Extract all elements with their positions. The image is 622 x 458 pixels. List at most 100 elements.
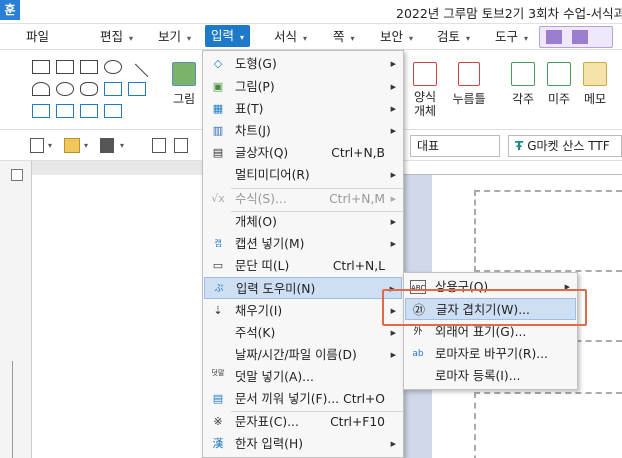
memo-button[interactable]: 메모 xyxy=(581,62,609,107)
print-preview-icon[interactable] xyxy=(174,138,188,153)
caption-icon: 캡 xyxy=(214,239,222,248)
menu-item-picture[interactable]: ▣ 그림(P) ▶ xyxy=(204,76,402,98)
menu-item-insert-file[interactable]: ▤ 문서 끼워 넣기(F)... Ctrl+O xyxy=(204,388,402,410)
table-icon: ▦ xyxy=(212,102,224,115)
chevron-down-icon: ▾ xyxy=(129,34,134,43)
shape-icon[interactable] xyxy=(32,60,50,74)
endnote-label: 미주 xyxy=(547,92,571,106)
menu-item-chart[interactable]: ▥ 차트(J) ▶ xyxy=(204,120,402,142)
open-folder-icon[interactable] xyxy=(64,138,80,153)
form-object-button[interactable]: 양식 개체 xyxy=(410,62,440,118)
menu-item-annotation[interactable]: 주석(K) ▶ xyxy=(204,322,402,344)
print-icon[interactable] xyxy=(152,138,166,153)
menu-tools[interactable]: 도구 ▾ xyxy=(495,27,528,47)
submenu-item-register-romanization[interactable]: 로마자 등록(I)... xyxy=(405,365,576,387)
menu-item-multimedia[interactable]: 멀티미디어(R) ▶ xyxy=(204,164,402,186)
freeform-icon[interactable] xyxy=(80,82,98,96)
connector-icon[interactable] xyxy=(128,82,146,96)
highlight-callout-box xyxy=(382,289,587,326)
submenu-item-romanize[interactable]: ab 로마자로 바꾸기(R)... xyxy=(405,343,576,365)
connector-icon[interactable] xyxy=(104,104,122,118)
picture-button[interactable]: 그림 xyxy=(170,62,198,107)
submenu-arrow-icon: ▶ xyxy=(390,127,396,135)
menu-view[interactable]: 보기 ▾ xyxy=(158,27,191,47)
menu-bar: 파일 편집 ▾ 보기 ▾ 입력 ▾ 서식 ▾ 쪽 ▾ 보안 ▾ 검토 ▾ 도구 ▾ xyxy=(0,24,622,50)
chevron-down-icon: ▾ xyxy=(350,34,355,43)
footnote-button[interactable]: 각주 xyxy=(508,62,538,107)
menu-item-formula[interactable]: √x 수식(S)... Ctrl+N,M ▶ xyxy=(204,188,402,210)
rectangle-icon[interactable] xyxy=(80,60,98,74)
menu-edit-label: 편집 xyxy=(100,29,124,44)
menu-item-input-helper[interactable]: ぷ 입력 도우미(N) ▶ xyxy=(204,277,402,299)
vertical-ruler xyxy=(0,161,32,458)
curve-icon[interactable] xyxy=(56,82,74,96)
push-button-field[interactable]: 누름틀 xyxy=(448,62,490,107)
chevron-down-icon[interactable]: ▾ xyxy=(120,141,124,150)
connector-icon[interactable] xyxy=(104,82,122,96)
menu-item-overlay-text[interactable]: 덧말 덧말 넣기(A)... xyxy=(204,366,402,388)
chevron-down-icon[interactable]: ▾ xyxy=(84,141,88,150)
grid-icon xyxy=(572,30,588,44)
submenu-item-label: 로마자 등록(I)... xyxy=(435,369,521,383)
formula-icon: √x xyxy=(211,192,225,205)
connector-icon[interactable] xyxy=(80,104,98,118)
submenu-arrow-icon: ▶ xyxy=(390,171,396,179)
endnote-icon xyxy=(547,62,571,86)
menu-item-table[interactable]: ▦ 표(T) ▶ xyxy=(204,98,402,120)
menu-item-shortcut: Ctrl+N,L xyxy=(332,259,385,273)
memo-icon xyxy=(583,62,607,86)
shape-gallery[interactable] xyxy=(32,60,160,120)
menu-item-object[interactable]: 개체(O) ▶ xyxy=(204,211,402,233)
style-select[interactable]: 대표 xyxy=(410,135,500,157)
menu-edit[interactable]: 편집 ▾ xyxy=(100,27,133,47)
chevron-down-icon: ▾ xyxy=(524,34,529,43)
overlay-text-icon: 덧말 xyxy=(211,369,225,377)
text-frame[interactable] xyxy=(474,190,622,272)
shape-icon[interactable] xyxy=(56,60,74,74)
view-mode-toggle[interactable] xyxy=(539,26,613,48)
text-frame[interactable] xyxy=(474,392,622,458)
fill-icon: ⇣ xyxy=(213,304,223,317)
menu-insert[interactable]: 입력 ▾ xyxy=(205,25,251,47)
menu-item-date-time-filename[interactable]: 날짜/시간/파일 이름(D) ▶ xyxy=(204,344,402,366)
menu-item-caption[interactable]: 캡 캡션 넣기(M) ▶ xyxy=(204,233,402,255)
menu-item-label: 개체(O) xyxy=(235,215,277,229)
submenu-item-label: 로마자로 바꾸기(R)... xyxy=(435,347,548,361)
menu-item-label: 캡션 넣기(M) xyxy=(235,237,305,251)
menu-security[interactable]: 보안 ▾ xyxy=(380,27,413,47)
menu-item-hanja[interactable]: 漢 한자 입력(H) ▶ xyxy=(204,433,402,455)
chevron-down-icon[interactable]: ▾ xyxy=(48,141,52,150)
foreign-word-icon: 外 xyxy=(413,327,423,337)
menu-item-label: 입력 도우미(N) xyxy=(236,282,316,296)
menu-item-paragraph-band[interactable]: ▭ 문단 띠(L) Ctrl+N,L xyxy=(204,255,402,277)
font-select[interactable]: Ŧ G마켓 산스 TTF xyxy=(508,135,622,157)
submenu-arrow-icon: ▶ xyxy=(390,105,396,113)
menu-item-symbol[interactable]: ※ 문자표(C)... Ctrl+F10 xyxy=(204,411,402,433)
arc-icon[interactable] xyxy=(32,82,50,96)
romanize-icon: ab xyxy=(412,349,424,359)
menu-item-label: 날짜/시간/파일 이름(D) xyxy=(235,348,357,362)
menu-item-shortcut: Ctrl+N,M xyxy=(329,192,385,206)
menu-format[interactable]: 서식 ▾ xyxy=(274,27,307,47)
ellipse-icon[interactable] xyxy=(104,60,122,74)
menu-item-fill[interactable]: ⇣ 채우기(I) ▶ xyxy=(204,300,402,322)
app-logo-icon[interactable]: 훈 xyxy=(0,0,20,20)
menu-item-label: 멀티미디어(R) xyxy=(235,168,310,182)
menu-item-label: 문자표(C)... xyxy=(235,415,299,429)
menu-review[interactable]: 검토 ▾ xyxy=(437,27,470,47)
save-icon[interactable] xyxy=(100,138,114,153)
connector-icon[interactable] xyxy=(56,104,74,118)
menu-item-label: 글상자(Q) xyxy=(235,146,289,160)
picture-icon xyxy=(172,62,196,86)
menu-file[interactable]: 파일 xyxy=(26,27,49,47)
new-document-icon[interactable] xyxy=(30,138,44,153)
submenu-arrow-icon: ▶ xyxy=(390,60,396,68)
menu-item-shape[interactable]: ◇ 도형(G) ▶ xyxy=(204,53,402,75)
memo-label: 메모 xyxy=(583,92,607,106)
shape-icon: ◇ xyxy=(213,57,223,70)
menu-page[interactable]: 쪽 ▾ xyxy=(333,27,355,47)
endnote-button[interactable]: 미주 xyxy=(545,62,573,107)
ruler-corner-icon[interactable] xyxy=(11,169,23,181)
menu-item-textbox[interactable]: ▤ 글상자(Q) Ctrl+N,B xyxy=(204,142,402,164)
connector-icon[interactable] xyxy=(32,104,50,118)
